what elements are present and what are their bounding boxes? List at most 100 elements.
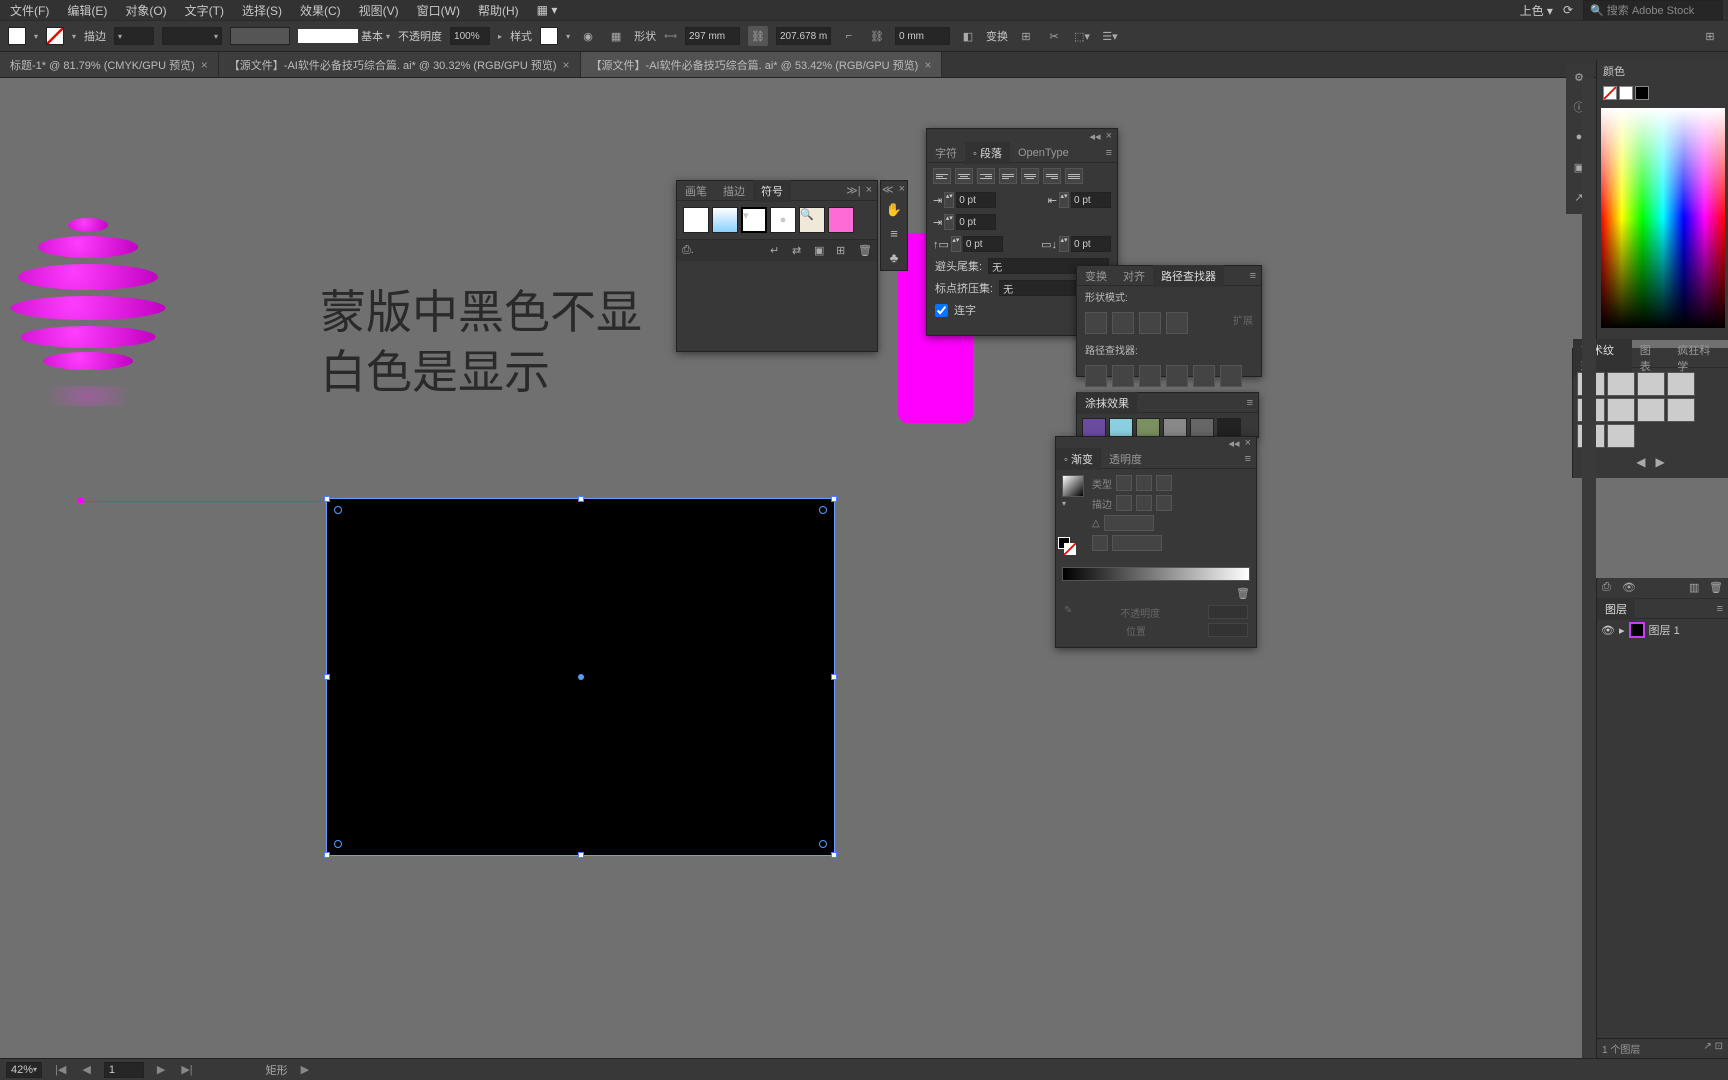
menu-icon[interactable]: ≡ bbox=[1245, 453, 1251, 465]
gradient-panel[interactable]: ◂◂ × ◦ 渐变 透明度 ≡ ▾ 类型 描边 △ 🗑 ✎不透明度 位置 bbox=[1055, 436, 1257, 648]
texture-item[interactable] bbox=[1667, 398, 1695, 422]
menu-effect[interactable]: 效果(C) bbox=[295, 0, 346, 21]
menu-type[interactable]: 文字(T) bbox=[180, 0, 229, 21]
white-swatch[interactable] bbox=[1619, 86, 1633, 100]
search-stock[interactable]: 🔍 搜索 Adobe Stock bbox=[1583, 0, 1723, 20]
expand-icon[interactable]: ▸ bbox=[1619, 624, 1625, 637]
gradient-slider[interactable] bbox=[1062, 567, 1250, 581]
stroke-swatch[interactable] bbox=[46, 27, 64, 45]
symbol-item[interactable] bbox=[712, 207, 738, 233]
justify-left[interactable] bbox=[999, 168, 1017, 184]
vertical-scrollbar[interactable] bbox=[1582, 78, 1596, 1058]
minus-front-btn[interactable] bbox=[1112, 312, 1134, 334]
menu-file[interactable]: 文件(F) bbox=[5, 0, 54, 21]
menu-icon[interactable]: ≡ bbox=[1717, 603, 1723, 615]
close-icon[interactable]: × bbox=[1106, 130, 1112, 143]
color-panel[interactable]: 颜色 bbox=[1596, 60, 1728, 340]
align-right[interactable] bbox=[977, 168, 995, 184]
tab-paragraph[interactable]: ◦ 段落 bbox=[965, 142, 1010, 164]
corner-field[interactable] bbox=[895, 27, 950, 45]
exclude-btn[interactable] bbox=[1166, 312, 1188, 334]
symbols-panel[interactable]: 画笔 描边 符号 ≫| × ▾ ● 🔍 ⎙. ↵ ⇄ ▣ ⊞ 🗑 bbox=[676, 180, 878, 352]
tab-opentype[interactable]: OpenType bbox=[1010, 144, 1077, 162]
collapse-icon[interactable]: ◂◂ bbox=[1090, 130, 1101, 143]
stroke-weight[interactable]: ▾ bbox=[114, 27, 154, 45]
upload-button[interactable]: 上色 ▾ bbox=[1520, 2, 1553, 19]
mask-text[interactable]: 蒙版中黑色不显 白色是显示 bbox=[320, 283, 642, 403]
delete-stop-icon[interactable]: 🗑 bbox=[1236, 587, 1250, 601]
next-page-icon[interactable]: ▶ bbox=[1656, 455, 1665, 469]
tab-pathfinder[interactable]: 路径查找器 bbox=[1153, 265, 1224, 287]
sync-icon[interactable]: ⟳ bbox=[1563, 3, 1573, 17]
menu-icon[interactable]: ≡ bbox=[1247, 397, 1253, 409]
tab-align[interactable]: 对齐 bbox=[1115, 265, 1153, 287]
corner-type-icon[interactable]: ◧ bbox=[958, 26, 978, 46]
place-icon[interactable]: ↵ bbox=[770, 244, 784, 258]
collapse-icon[interactable]: ◂◂ bbox=[1229, 437, 1240, 450]
gposition-field[interactable] bbox=[1208, 623, 1248, 637]
link-wh-icon[interactable]: ⛓ bbox=[748, 26, 768, 46]
merge-btn[interactable] bbox=[1139, 365, 1161, 387]
color-spectrum[interactable] bbox=[1601, 108, 1725, 328]
corner-link-icon[interactable]: ⛓ bbox=[867, 26, 887, 46]
justify-center[interactable] bbox=[1021, 168, 1039, 184]
effect-swatch[interactable] bbox=[1109, 418, 1133, 438]
isolate-icon[interactable]: ⊞ bbox=[1016, 26, 1036, 46]
menu-edit[interactable]: 编辑(E) bbox=[62, 0, 112, 21]
texture-item[interactable] bbox=[1667, 372, 1695, 396]
align-to-icon[interactable]: ⬚▾ bbox=[1072, 26, 1092, 46]
doc-tab-1[interactable]: 标题-1* @ 81.79% (CMYK/GPU 预览)× bbox=[0, 52, 219, 77]
symbol-item[interactable] bbox=[828, 207, 854, 233]
brush-color[interactable] bbox=[230, 27, 290, 45]
align-left[interactable] bbox=[933, 168, 951, 184]
status-more-btn[interactable]: ▶ bbox=[298, 1063, 312, 1076]
trim-btn[interactable] bbox=[1112, 365, 1134, 387]
fill-swatch[interactable] bbox=[8, 27, 26, 45]
layer-thumbnail[interactable] bbox=[1629, 622, 1645, 638]
trash-icon[interactable]: 🗑 bbox=[858, 244, 872, 258]
gopacity-field[interactable] bbox=[1208, 605, 1248, 619]
symbol-item[interactable]: ▾ bbox=[741, 207, 767, 233]
artboard-field[interactable]: 1 bbox=[104, 1062, 144, 1078]
fill-swatch[interactable] bbox=[1603, 86, 1617, 100]
space-before-field[interactable] bbox=[963, 236, 1003, 252]
tab-layers[interactable]: 图层 bbox=[1597, 598, 1635, 620]
library-icon[interactable]: ⎙. bbox=[682, 244, 696, 258]
opacity-value[interactable]: 100% bbox=[450, 27, 490, 45]
last-artboard-btn[interactable]: ▶| bbox=[178, 1063, 195, 1076]
texture-item[interactable] bbox=[1607, 398, 1635, 422]
outline-btn[interactable] bbox=[1193, 365, 1215, 387]
align-icon[interactable]: ▦ bbox=[606, 26, 626, 46]
tab-transparency[interactable]: 透明度 bbox=[1101, 448, 1150, 470]
justify-right[interactable] bbox=[1043, 168, 1061, 184]
minus-back-btn[interactable] bbox=[1220, 365, 1242, 387]
tab-character[interactable]: 字符 bbox=[927, 142, 965, 164]
texture-item[interactable] bbox=[1607, 372, 1635, 396]
hyphenate-checkbox[interactable] bbox=[935, 304, 948, 317]
menu-select[interactable]: 选择(S) bbox=[237, 0, 287, 21]
recolor-icon[interactable]: ◉ bbox=[578, 26, 598, 46]
height-field[interactable] bbox=[776, 27, 831, 45]
pathfinder-panel[interactable]: 变换 对齐 路径查找器 ≡ 形状模式: 扩展 路径查找器: bbox=[1076, 265, 1262, 377]
arrange-icon[interactable]: ☰▾ bbox=[1100, 26, 1120, 46]
unite-btn[interactable] bbox=[1085, 312, 1107, 334]
menu-arrange-icon[interactable]: ▦ ▾ bbox=[532, 1, 563, 19]
close-icon[interactable]: × bbox=[563, 58, 570, 72]
layers-panel[interactable]: ⎙ 👁 ▥ 🗑 图层≡ 👁 ▸ 图层 1 1 个图层 ↗ ⊡ bbox=[1596, 578, 1728, 1058]
close-icon[interactable]: × bbox=[1245, 437, 1251, 450]
next-artboard-btn[interactable]: ▶ bbox=[154, 1063, 168, 1076]
first-artboard-btn[interactable]: |◀ bbox=[52, 1063, 69, 1076]
tab-brushes[interactable]: 画笔 bbox=[677, 180, 715, 202]
menu-object[interactable]: 对象(O) bbox=[120, 0, 171, 21]
stroke-dash[interactable]: ▾ bbox=[162, 27, 222, 45]
prev-artboard-btn[interactable]: ◀ bbox=[79, 1063, 93, 1076]
layer-row[interactable]: 👁 ▸ 图层 1 bbox=[1597, 619, 1728, 641]
indent-left-field[interactable] bbox=[956, 192, 996, 208]
style-swatch[interactable] bbox=[540, 27, 558, 45]
close-icon[interactable]: × bbox=[866, 184, 872, 197]
indent-right-field[interactable] bbox=[1071, 192, 1111, 208]
intersect-btn[interactable] bbox=[1139, 312, 1161, 334]
brush-preview[interactable] bbox=[298, 29, 358, 43]
break-icon[interactable]: ⇄ bbox=[792, 244, 806, 258]
corner-icon[interactable]: ⌐ bbox=[839, 26, 859, 46]
